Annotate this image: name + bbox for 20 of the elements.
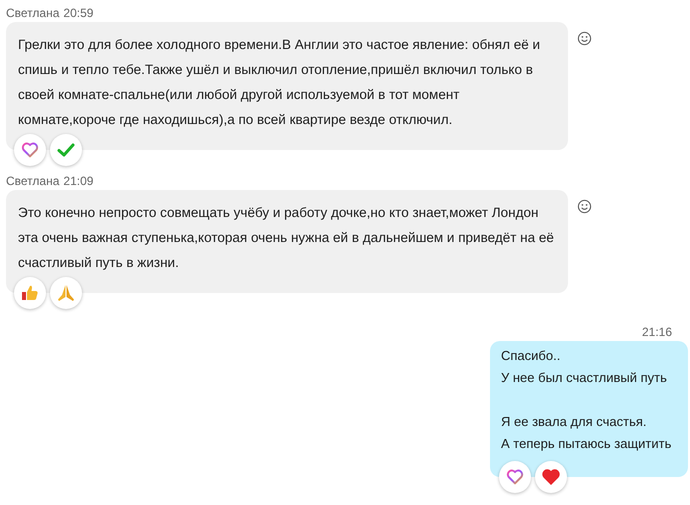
smiley-icon[interactable] [577,199,592,214]
reaction-button[interactable] [14,277,46,309]
reaction-button[interactable] [14,134,46,166]
heart-icon [506,468,524,486]
message-text: Это конечно непросто совмещать учёбу и работу дочке,но кто знает,может Лондон эта очень важная ступенька,которая очень нужна ей в дальнейшем и приведёт на её счастливый путь в жизни. [18,204,555,272]
reaction-button[interactable] [50,134,82,166]
heart-icon [541,467,561,487]
sender-name: Светлана [6,6,60,20]
message-text: Спасибо.. У нее был счастливый путь Я ее звала для счастья. А теперь пытаюсь защитить [501,347,672,453]
message-text: Грелки это для более холодного времени.В Англии это частое явление: обнял её и спишь и тепло тебе.Также ушёл и выключил отопление,пришёл включил только в своей комнате-спальне(или любой другой используемой в тот момент комнате,короче где находишься),а по всей квартире везде отключил. [18,36,542,129]
reaction-button[interactable] [535,461,567,493]
thumbs-up-icon [20,283,40,303]
message-time: 21:09 [63,174,94,188]
smiley-icon[interactable] [577,31,592,46]
reaction-button[interactable] [499,461,531,493]
praying-hands-icon [56,283,76,303]
message-time: 21:16 [642,325,672,339]
message-time: 20:59 [63,6,94,20]
heart-icon [21,141,39,159]
sender-name: Светлана [6,174,60,188]
